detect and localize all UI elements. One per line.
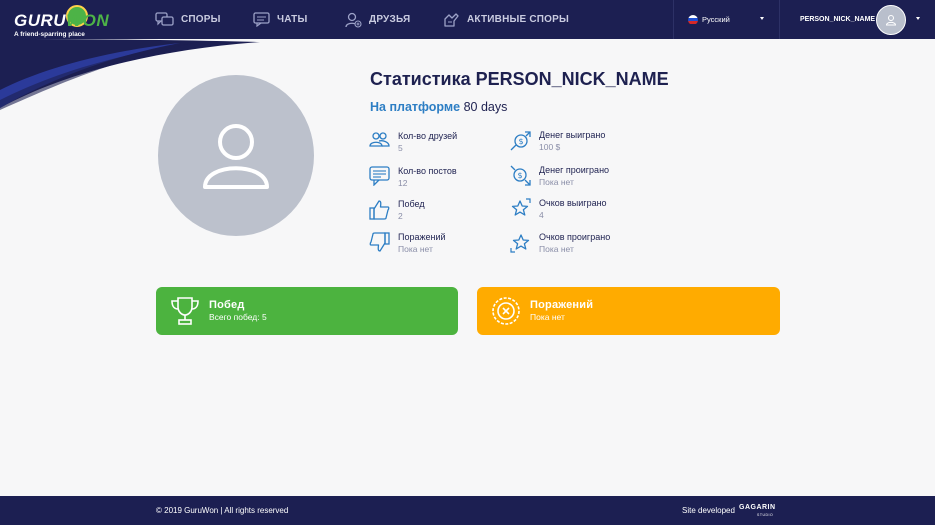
user-icon bbox=[203, 123, 269, 189]
footer: © 2019 GuruWon | All rights reserved Sit… bbox=[0, 496, 935, 525]
badge-cross-icon bbox=[492, 297, 520, 325]
handshake-icon bbox=[444, 12, 459, 27]
friends-icon bbox=[369, 132, 390, 147]
wins-card[interactable]: Побед Всего побед: 5 bbox=[156, 287, 458, 335]
stat-money-won: $ Денег выиграно 100 $ bbox=[510, 130, 605, 153]
nav-label: АКТИВНЫЕ СПОРЫ bbox=[467, 14, 569, 25]
language-selector[interactable]: Русский bbox=[688, 0, 730, 39]
money-won-icon: $ bbox=[510, 131, 531, 151]
stat-points-won: Очков выиграно 4 bbox=[510, 198, 607, 221]
language-label: Русский bbox=[702, 15, 730, 24]
chevron-down-icon[interactable] bbox=[760, 17, 764, 20]
nav-label: СПОРЫ bbox=[181, 14, 221, 25]
svg-text:$: $ bbox=[518, 137, 523, 146]
svg-text:$: $ bbox=[517, 171, 522, 180]
wins-card-title: Побед bbox=[209, 299, 245, 311]
header-avatar[interactable] bbox=[876, 5, 906, 35]
copyright: © 2019 GuruWon | All rights reserved bbox=[156, 506, 289, 515]
thumbs-down-icon bbox=[369, 232, 390, 252]
chat-bubbles-icon bbox=[155, 12, 174, 26]
studio-logo[interactable]: GAGARIN bbox=[739, 504, 776, 511]
losses-card[interactable]: Поражений Пока нет bbox=[477, 287, 780, 335]
stat-money-lost: $ Денег проиграно Пока нет bbox=[510, 165, 609, 188]
message-icon bbox=[253, 12, 270, 27]
header-divider bbox=[779, 0, 780, 39]
nav-chats[interactable]: ЧАТЫ bbox=[253, 0, 307, 39]
russia-flag-icon bbox=[688, 14, 698, 25]
chevron-down-icon[interactable] bbox=[916, 17, 920, 20]
site-developed: Site developed bbox=[682, 506, 735, 515]
losses-card-title: Поражений bbox=[530, 299, 594, 311]
header-user-name[interactable]: PERSON_NICK_NAME bbox=[800, 0, 875, 39]
logo-text: GURUWON bbox=[14, 11, 110, 30]
nav-disputes[interactable]: СПОРЫ bbox=[155, 0, 221, 39]
nav-friends[interactable]: ДРУЗЬЯ bbox=[345, 0, 410, 39]
stat-posts: Кол-во постов 12 bbox=[369, 166, 457, 189]
trophy-icon bbox=[171, 297, 199, 325]
wins-card-subtitle: Всего побед: 5 bbox=[209, 312, 267, 322]
nav-active-disputes[interactable]: АКТИВНЫЕ СПОРЫ bbox=[443, 0, 569, 39]
header-divider bbox=[673, 0, 674, 39]
star-up-icon bbox=[511, 198, 531, 216]
stat-points-lost: Очков проиграно Пока нет bbox=[510, 232, 610, 255]
star-down-icon bbox=[510, 234, 530, 253]
post-icon bbox=[369, 166, 390, 186]
header-swoosh bbox=[0, 30, 935, 110]
stat-friends: Кол-во друзей 5 bbox=[369, 131, 457, 154]
logo-tagline: A friend-sparring place bbox=[14, 31, 85, 38]
nav-label: ДРУЗЬЯ bbox=[369, 14, 411, 25]
stat-wins: Побед 2 bbox=[369, 199, 425, 222]
nav-label: ЧАТЫ bbox=[277, 14, 308, 25]
add-friend-icon bbox=[345, 12, 362, 28]
thumbs-up-icon bbox=[369, 200, 390, 220]
user-icon bbox=[885, 15, 897, 26]
money-lost-icon: $ bbox=[510, 165, 531, 186]
losses-card-subtitle: Пока нет bbox=[530, 312, 565, 322]
logo[interactable]: GURUWON A friend-sparring place bbox=[14, 5, 114, 39]
studio-logo-sub: STUDIO bbox=[757, 513, 774, 517]
stat-losses: Поражений Пока нет bbox=[369, 232, 446, 255]
